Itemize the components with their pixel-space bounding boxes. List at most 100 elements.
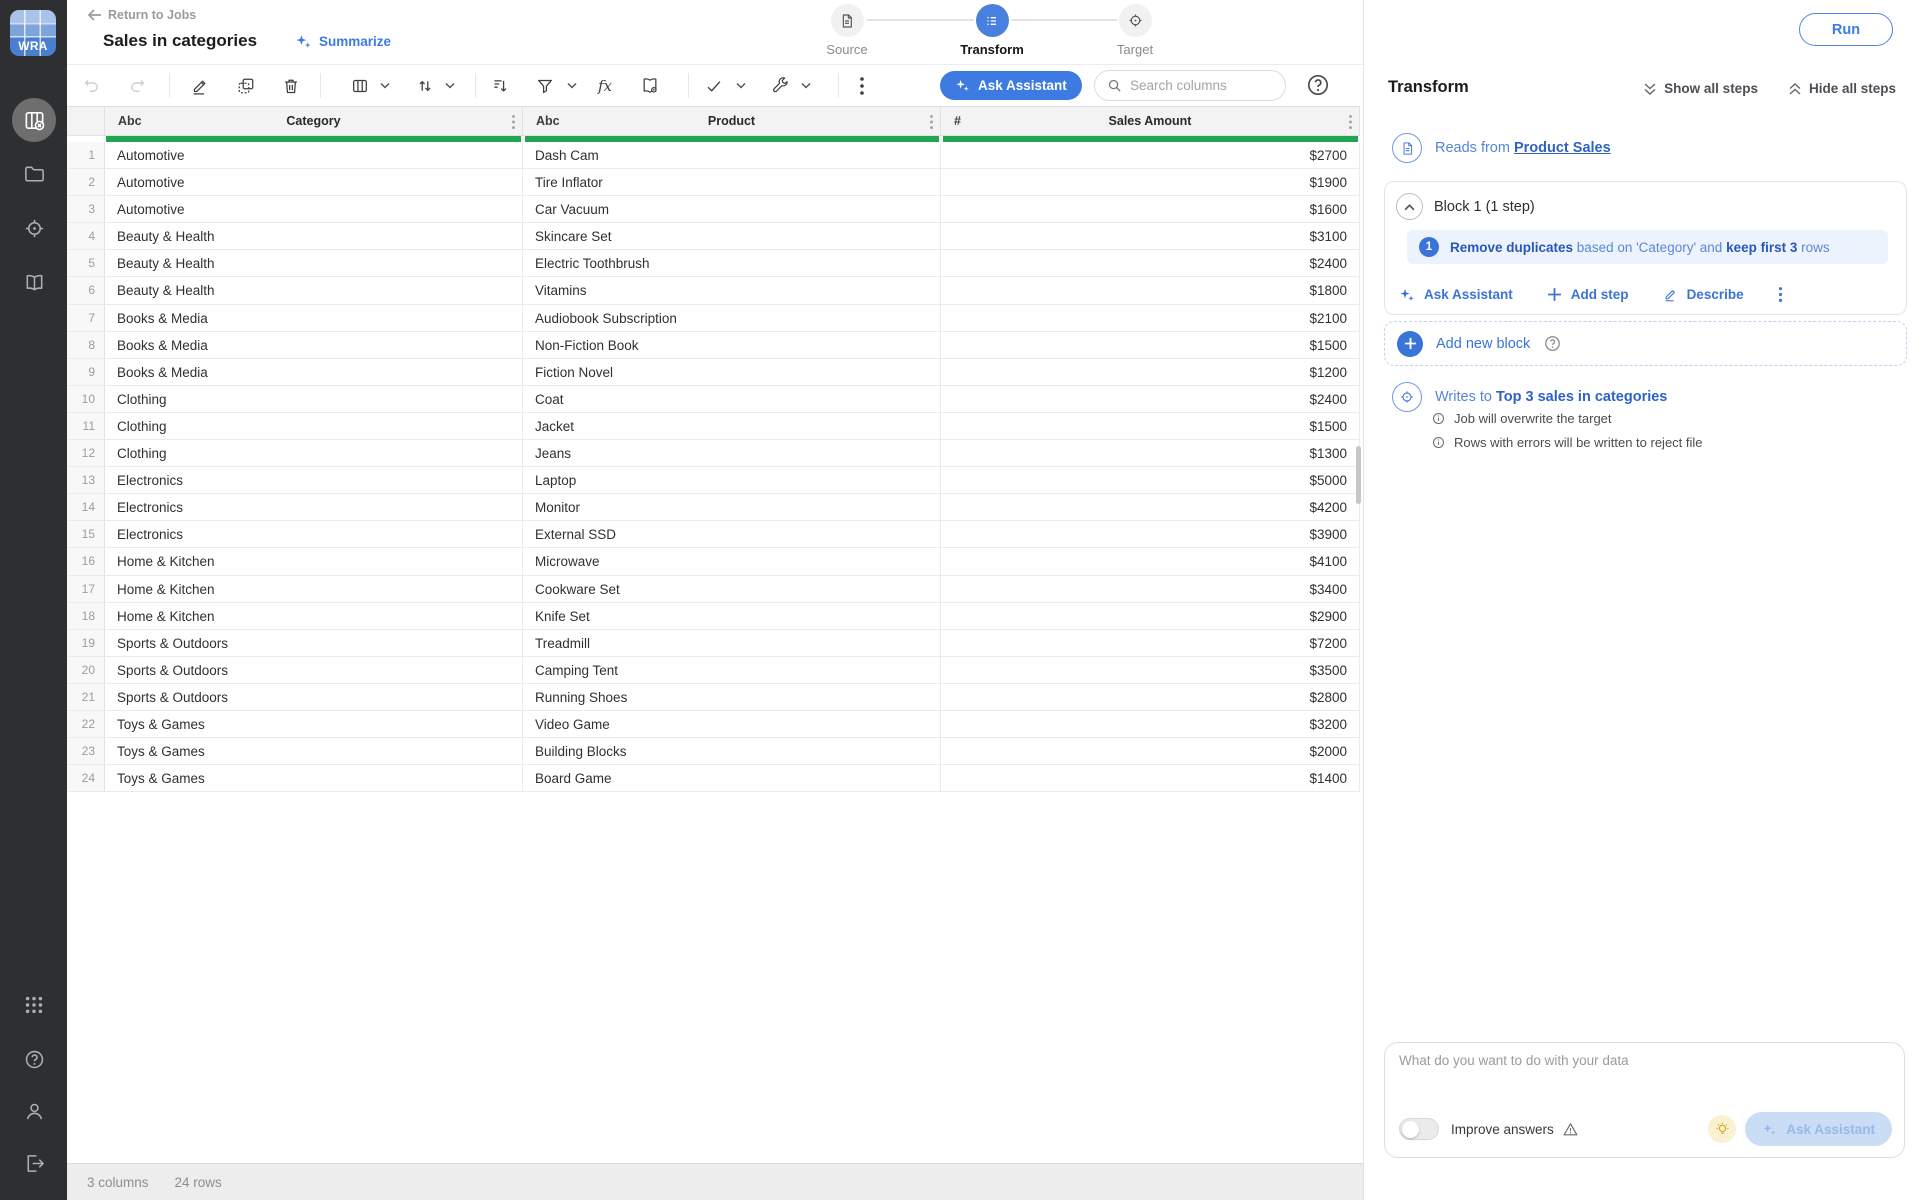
column-header-sales-amount[interactable]: #Sales Amount	[941, 107, 1360, 135]
cell-category[interactable]: Automotive	[105, 196, 523, 222]
cell-sales-amount[interactable]: $1800	[941, 277, 1360, 303]
table-row[interactable]: 14ElectronicsMonitor$4200	[67, 494, 1360, 521]
block-more-button[interactable]	[1778, 286, 1783, 303]
column-menu-icon[interactable]	[1348, 114, 1353, 130]
cell-category[interactable]: Beauty & Health	[105, 277, 523, 303]
cell-product[interactable]: Cookware Set	[523, 576, 941, 602]
table-row[interactable]: 17Home & KitchenCookware Set$3400	[67, 576, 1360, 603]
chat-input[interactable]	[1399, 1053, 1890, 1111]
sidebar-item-help[interactable]	[12, 1037, 56, 1081]
cell-category[interactable]: Books & Media	[105, 305, 523, 331]
cell-product[interactable]: Tire Inflator	[523, 169, 941, 195]
cell-product[interactable]: Microwave	[523, 548, 941, 574]
cell-sales-amount[interactable]: $3900	[941, 521, 1360, 547]
column-header-category[interactable]: AbcCategory	[105, 107, 523, 135]
sidebar-item-sheet[interactable]	[12, 98, 56, 142]
table-row[interactable]: 18Home & KitchenKnife Set$2900	[67, 603, 1360, 630]
columns-button[interactable]	[351, 76, 370, 95]
more-options-button[interactable]	[859, 76, 865, 96]
cell-product[interactable]: Non-Fiction Book	[523, 332, 941, 358]
show-all-steps-button[interactable]: Show all steps	[1643, 81, 1758, 96]
cell-product[interactable]: Audiobook Subscription	[523, 305, 941, 331]
cell-sales-amount[interactable]: $7200	[941, 630, 1360, 656]
cell-product[interactable]: Jeans	[523, 440, 941, 466]
suggestions-button[interactable]	[1708, 1115, 1736, 1143]
app-logo[interactable]: WRA	[10, 10, 56, 56]
cell-product[interactable]: Running Shoes	[523, 684, 941, 710]
cell-category[interactable]: Sports & Outdoors	[105, 684, 523, 710]
vertical-scrollbar[interactable]	[1356, 446, 1361, 504]
duplicate-button[interactable]	[237, 76, 256, 95]
cell-category[interactable]: Electronics	[105, 494, 523, 520]
table-row[interactable]: 16Home & KitchenMicrowave$4100	[67, 548, 1360, 575]
table-row[interactable]: 13ElectronicsLaptop$5000	[67, 467, 1360, 494]
cell-category[interactable]: Books & Media	[105, 332, 523, 358]
cell-sales-amount[interactable]: $3500	[941, 657, 1360, 683]
cell-product[interactable]: Board Game	[523, 765, 941, 791]
sidebar-item-logout[interactable]	[12, 1141, 56, 1185]
cell-product[interactable]: Vitamins	[523, 277, 941, 303]
column-header-product[interactable]: AbcProduct	[523, 107, 941, 135]
ask-assistant-button[interactable]: Ask Assistant	[940, 71, 1082, 100]
chevron-down-icon[interactable]	[567, 82, 577, 89]
add-step-button[interactable]: Add step	[1547, 287, 1629, 302]
summarize-button[interactable]: Summarize	[295, 33, 391, 50]
cell-sales-amount[interactable]: $3400	[941, 576, 1360, 602]
cell-product[interactable]: Fiction Novel	[523, 359, 941, 385]
cell-category[interactable]: Sports & Outdoors	[105, 630, 523, 656]
search-columns-input[interactable]	[1130, 78, 1270, 93]
delete-button[interactable]	[282, 76, 301, 95]
chevron-down-icon[interactable]	[445, 82, 455, 89]
block-ask-assistant-button[interactable]: Ask Assistant	[1399, 287, 1513, 303]
cell-product[interactable]: Dash Cam	[523, 142, 941, 168]
table-row[interactable]: 4Beauty & HealthSkincare Set$3100	[67, 223, 1360, 250]
cell-sales-amount[interactable]: $3100	[941, 223, 1360, 249]
cell-sales-amount[interactable]: $1500	[941, 413, 1360, 439]
cell-category[interactable]: Clothing	[105, 413, 523, 439]
table-row[interactable]: 11ClothingJacket$1500	[67, 413, 1360, 440]
workflow-step-source[interactable]: Source	[802, 4, 892, 57]
improve-answers-toggle[interactable]	[1399, 1118, 1439, 1140]
cell-sales-amount[interactable]: $4100	[941, 548, 1360, 574]
filter-button[interactable]	[536, 76, 555, 95]
cell-category[interactable]: Books & Media	[105, 359, 523, 385]
table-row[interactable]: 5Beauty & HealthElectric Toothbrush$2400	[67, 250, 1360, 277]
cell-category[interactable]: Home & Kitchen	[105, 603, 523, 629]
sidebar-item-apps[interactable]	[12, 983, 56, 1027]
cell-category[interactable]: Toys & Games	[105, 765, 523, 791]
chevron-down-icon[interactable]	[736, 82, 746, 89]
cell-product[interactable]: Car Vacuum	[523, 196, 941, 222]
collapse-block-button[interactable]	[1396, 193, 1423, 220]
cell-category[interactable]: Automotive	[105, 169, 523, 195]
cell-sales-amount[interactable]: $1400	[941, 765, 1360, 791]
chevron-down-icon[interactable]	[801, 82, 811, 89]
cell-sales-amount[interactable]: $2900	[941, 603, 1360, 629]
table-row[interactable]: 21Sports & OutdoorsRunning Shoes$2800	[67, 684, 1360, 711]
cell-sales-amount[interactable]: $1900	[941, 169, 1360, 195]
table-row[interactable]: 22Toys & GamesVideo Game$3200	[67, 711, 1360, 738]
cell-sales-amount[interactable]: $2400	[941, 386, 1360, 412]
table-row[interactable]: 9Books & MediaFiction Novel$1200	[67, 359, 1360, 386]
cell-category[interactable]: Toys & Games	[105, 738, 523, 764]
table-row[interactable]: 10ClothingCoat$2400	[67, 386, 1360, 413]
column-menu-icon[interactable]	[511, 114, 516, 130]
run-button[interactable]: Run	[1799, 13, 1893, 46]
cell-product[interactable]: Coat	[523, 386, 941, 412]
reads-source-link[interactable]: Product Sales	[1514, 140, 1611, 156]
table-row[interactable]: 23Toys & GamesBuilding Blocks$2000	[67, 738, 1360, 765]
return-to-jobs-link[interactable]: Return to Jobs	[88, 8, 196, 22]
sidebar-item-targets[interactable]	[12, 206, 56, 250]
lookup-button[interactable]	[640, 76, 660, 96]
table-row[interactable]: 1AutomotiveDash Cam$2700	[67, 142, 1360, 169]
cell-sales-amount[interactable]: $2700	[941, 142, 1360, 168]
cell-category[interactable]: Clothing	[105, 386, 523, 412]
help-circle-icon[interactable]	[1543, 334, 1562, 353]
cell-category[interactable]: Home & Kitchen	[105, 548, 523, 574]
cell-sales-amount[interactable]: $2800	[941, 684, 1360, 710]
add-new-block-button[interactable]: Add new block	[1384, 321, 1907, 366]
chat-ask-assistant-button[interactable]: Ask Assistant	[1745, 1112, 1892, 1146]
cell-sales-amount[interactable]: $3200	[941, 711, 1360, 737]
cell-sales-amount[interactable]: $5000	[941, 467, 1360, 493]
table-row[interactable]: 15ElectronicsExternal SSD$3900	[67, 521, 1360, 548]
cell-product[interactable]: Electric Toothbrush	[523, 250, 941, 276]
